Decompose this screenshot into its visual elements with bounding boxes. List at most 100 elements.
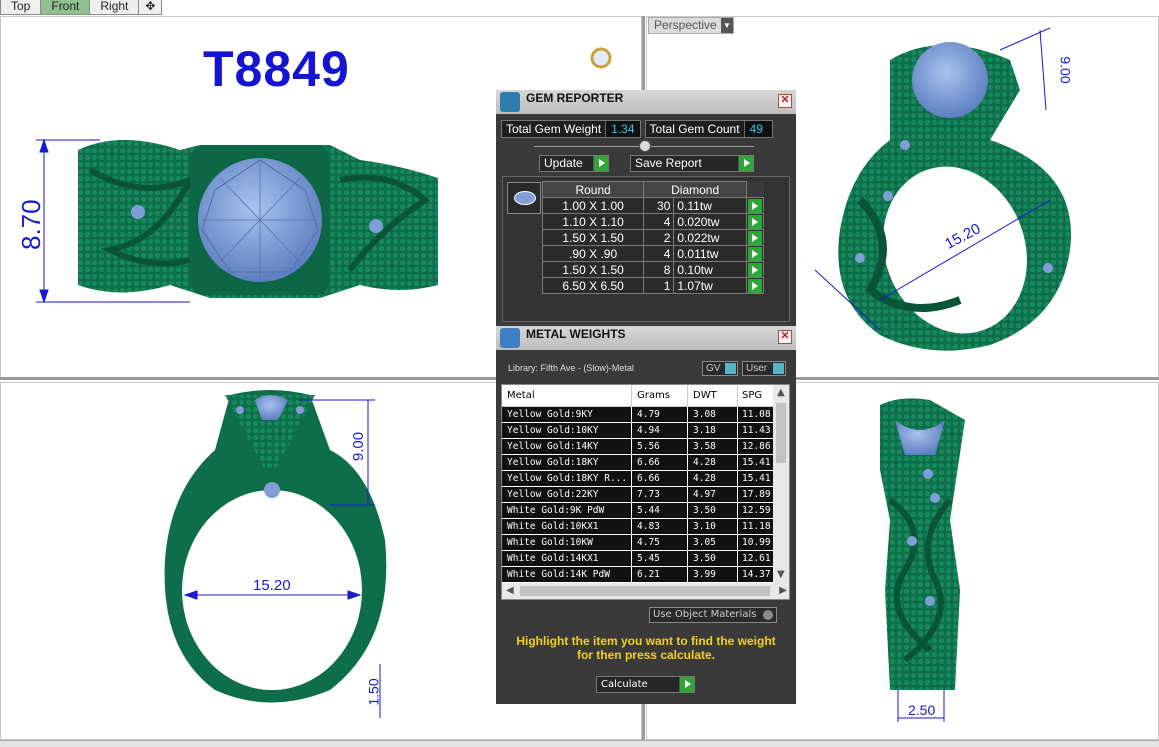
metal-list-hscroll[interactable]: ◀ ▶ (502, 583, 789, 599)
gem-shape-header: Round (541, 181, 645, 198)
gv-toggle-label: GV (706, 363, 721, 374)
select-gem-icon[interactable] (748, 214, 762, 229)
gem-count: 8 (643, 261, 675, 278)
select-gem-icon[interactable] (748, 278, 762, 293)
table-row[interactable]: 1.50 X 1.50 8 0.10tw (541, 261, 764, 278)
close-icon[interactable]: ✕ (778, 94, 792, 108)
metal-grams: 6.66 (632, 455, 688, 470)
hint-line-2: for then press calculate. (576, 648, 716, 662)
use-object-materials-toggle[interactable]: Use Object Materials (649, 607, 777, 623)
chevron-down-icon[interactable]: ▼ (721, 18, 733, 33)
metal-spg: 17.89 (742, 489, 771, 500)
metal-spg: 14.37 (742, 569, 771, 580)
table-row[interactable]: Yellow Gold:18KY 6.66 4.28 15.41 (502, 455, 789, 471)
select-gem-icon[interactable] (748, 246, 762, 261)
metal-grams: 5.56 (632, 439, 688, 454)
total-gem-count-label: Total Gem Count (649, 122, 740, 136)
total-gem-count-value: 49 (743, 121, 772, 137)
total-gem-weight-value: 1.34 (605, 121, 640, 137)
gem-count: 4 (643, 245, 675, 262)
table-row[interactable]: 1.50 X 1.50 2 0.022tw (541, 229, 764, 246)
dwt-col-header[interactable]: DWT (688, 385, 738, 406)
toggle-indicator-icon (725, 363, 736, 374)
table-row[interactable]: Yellow Gold:18KY R... 6.66 4.28 15.41 (502, 471, 789, 487)
gem-count: 30 (643, 197, 675, 214)
table-row[interactable]: .90 X .90 4 0.011tw (541, 245, 764, 262)
update-button-label: Update (544, 156, 583, 170)
table-row[interactable]: Yellow Gold:22KY 7.73 4.97 17.89 (502, 487, 789, 503)
table-row[interactable]: White Gold:14K PdW 6.21 3.99 14.37 (502, 567, 789, 583)
gem-size: 1.00 X 1.00 (541, 197, 645, 214)
chevron-right-icon[interactable]: ▶ (779, 585, 787, 596)
close-icon[interactable]: ✕ (778, 330, 792, 344)
gem-reporter-title: GEM REPORTER (526, 91, 624, 105)
save-report-label: Save Report (635, 156, 702, 170)
metal-grams: 5.45 (632, 551, 688, 566)
metal-col-header[interactable]: Metal (502, 385, 632, 406)
chevron-up-icon[interactable]: ▲ (777, 387, 785, 398)
table-row[interactable]: 1.00 X 1.00 30 0.11tw (541, 197, 764, 214)
gem-weight: 1.07tw (673, 277, 747, 294)
gem-count: 2 (643, 229, 675, 246)
gv-toggle[interactable]: GV (702, 361, 738, 376)
gem-type-header: Diamond (643, 181, 747, 198)
metal-name: White Gold:10KX1 (502, 519, 632, 534)
metal-dwt: 3.10 (688, 519, 738, 534)
gem-stats-row: Total Gem Weight 1.34 Total Gem Count 49 (501, 120, 773, 138)
chevron-down-icon[interactable]: ▼ (777, 569, 785, 580)
gem-size: .90 X .90 (541, 245, 645, 262)
play-icon (679, 677, 694, 692)
table-row[interactable]: White Gold:14KX1 5.45 3.50 12.61 (502, 551, 789, 567)
metal-name: Yellow Gold:18KY R... (502, 471, 632, 486)
metal-weights-title: METAL WEIGHTS (526, 327, 626, 341)
select-gem-icon[interactable] (748, 262, 762, 277)
calculate-button[interactable]: Calculate (596, 676, 695, 693)
save-report-button[interactable]: Save Report (630, 155, 754, 172)
perspective-viewport-label[interactable]: Perspective ▼ (648, 17, 734, 34)
metal-dwt: 3.05 (688, 535, 738, 550)
dim-right-band-width: 1.50 (365, 678, 382, 706)
gem-size: 1.10 X 1.10 (541, 213, 645, 230)
scroll-thumb[interactable] (776, 403, 786, 463)
metal-grams: 6.66 (632, 471, 688, 486)
metal-grams: 4.75 (632, 535, 688, 550)
metal-spg: 11.43 (742, 425, 771, 436)
metal-list-vscroll[interactable]: ▲ ▼ (773, 385, 789, 585)
metal-spg: 12.59 (742, 505, 771, 516)
metal-spg: 15.41 (742, 457, 771, 468)
metal-weights-header[interactable]: METAL WEIGHTS ✕ (496, 326, 796, 350)
table-row[interactable]: Yellow Gold:10KY 4.94 3.18 11.43 (502, 423, 789, 439)
update-button[interactable]: Update (539, 155, 609, 172)
spg-col-header[interactable]: SPG (738, 385, 774, 406)
scroll-thumb[interactable] (520, 586, 770, 596)
metal-spg: 10.99 (742, 537, 771, 548)
metal-dwt: 4.28 (688, 471, 738, 486)
select-gem-icon[interactable] (748, 198, 762, 213)
gem-report-icon (500, 92, 520, 112)
toggle-indicator-icon (773, 363, 784, 374)
grams-col-header[interactable]: Grams (632, 385, 688, 406)
metal-name: Yellow Gold:10KY (502, 423, 632, 438)
library-label: Library: Fifth Ave - (Slow)-Metal (508, 363, 634, 373)
metal-list[interactable]: Metal Grams DWT SPG Yellow Gold:9KY 4.79 3… (501, 384, 790, 600)
metal-grams: 4.83 (632, 519, 688, 534)
splitter-knob-icon[interactable] (639, 140, 651, 152)
user-toggle[interactable]: User (742, 361, 786, 376)
table-row[interactable]: Yellow Gold:9KY 4.79 3.08 11.08 (502, 407, 789, 423)
gem-reporter-header[interactable]: GEM REPORTER ✕ (496, 90, 796, 114)
gem-weight: 0.020tw (673, 213, 747, 230)
metal-dwt: 3.18 (688, 423, 738, 438)
table-row[interactable]: Yellow Gold:14KY 5.56 3.58 12.86 (502, 439, 789, 455)
table-row[interactable]: White Gold:10KX1 4.83 3.10 11.18 (502, 519, 789, 535)
table-row[interactable]: 1.10 X 1.10 4 0.020tw (541, 213, 764, 230)
table-row[interactable]: White Gold:10KW 4.75 3.05 10.99 (502, 535, 789, 551)
user-toggle-label: User (746, 363, 768, 374)
chevron-left-icon[interactable]: ◀ (506, 585, 514, 596)
select-gem-icon[interactable] (748, 230, 762, 245)
gem-size: 1.50 X 1.50 (541, 229, 645, 246)
perspective-label-text: Perspective (654, 18, 717, 32)
metal-name: White Gold:14KX1 (502, 551, 632, 566)
table-row[interactable]: White Gold:9K PdW 5.44 3.50 12.59 (502, 503, 789, 519)
table-row[interactable]: 6.50 X 6.50 1 1.07tw (541, 277, 764, 294)
gem-reporter-panel: GEM REPORTER ✕ Total Gem Weight 1.34 Tot… (496, 90, 796, 326)
